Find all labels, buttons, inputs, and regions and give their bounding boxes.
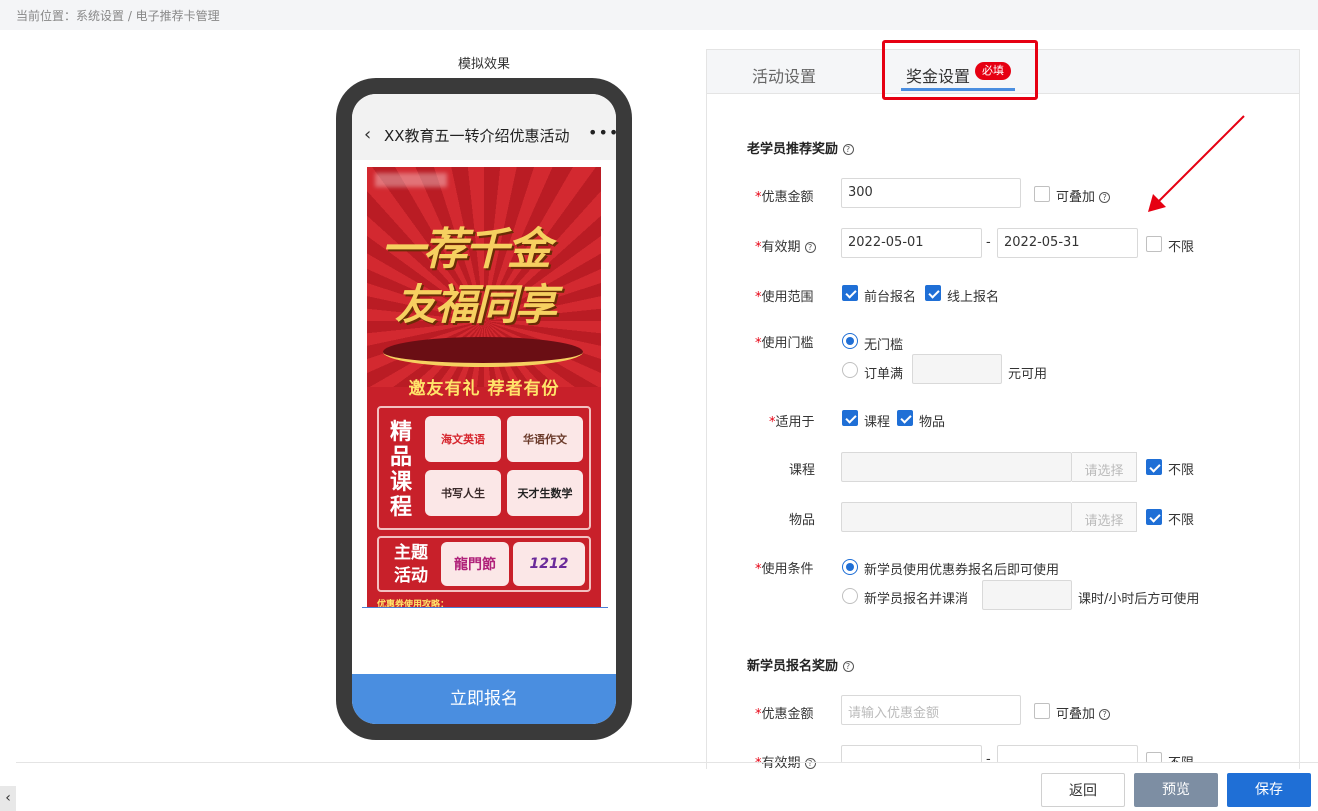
discount-label: *优惠金额 [755, 190, 814, 205]
item-select-input [841, 502, 1072, 532]
item-select-button[interactable]: 请选择 [1072, 502, 1137, 532]
phone-page-title: XX教育五一转介绍优惠活动 [384, 127, 570, 145]
course-unlimited-checkbox[interactable] [1146, 459, 1162, 475]
help-icon[interactable]: ? [804, 242, 816, 253]
logo-tile: 海文英语 [425, 416, 501, 462]
back-icon[interactable]: ‹ [364, 124, 371, 145]
back-button[interactable]: 返回 [1041, 773, 1125, 807]
end-date-input[interactable]: 2022-05-31 [997, 228, 1138, 258]
new-discount-input[interactable]: 请输入优惠金额 [841, 695, 1021, 725]
poster-image: 一荐千金 友福同享 邀友有礼 荐者有份 精品课程 海文英语 华语作文 书写人生 … [367, 167, 601, 607]
applies-course-label: 课程 [864, 415, 891, 430]
poster-headline-2: 友福同享 [395, 280, 557, 329]
threshold-order-radio[interactable] [842, 362, 858, 378]
courses-box-label: 精品课程 [389, 420, 412, 520]
scope-online-checkbox[interactable] [925, 285, 941, 301]
condition-hours-input[interactable] [982, 580, 1072, 610]
footer-divider [16, 762, 1318, 763]
help-icon[interactable]: ? [842, 661, 854, 672]
logo-tile: 龍門節 [441, 542, 509, 586]
divider [362, 607, 608, 608]
condition-label: *使用条件 [755, 562, 814, 577]
signup-button[interactable]: 立即报名 [352, 674, 616, 724]
unlimited-date-label: 不限 [1168, 240, 1195, 255]
threshold-none-radio[interactable] [842, 333, 858, 349]
new-stackable-label: 可叠加 ? [1056, 703, 1111, 722]
phone-screen: ‹ XX教育五一转介绍优惠活动 ••• 一荐千金 友福同享 邀友有礼 荐者有份 … [352, 94, 616, 724]
logo-tile: 1212 [513, 542, 585, 586]
condition-1-radio[interactable] [842, 559, 858, 575]
poster-slogan: 邀友有礼 荐者有份 [408, 379, 560, 399]
item-unlimited-checkbox[interactable] [1146, 509, 1162, 525]
threshold-amount-input[interactable] [912, 354, 1002, 384]
scope-label: *使用范围 [755, 290, 814, 305]
more-icon[interactable]: ••• [588, 123, 616, 142]
scope-frontdesk-label: 前台报名 [864, 290, 917, 305]
condition-2-suffix: 课时/小时后方可使用 [1078, 592, 1200, 607]
course-select-input [841, 452, 1072, 482]
simulation-title: 模拟效果 [457, 57, 510, 72]
events-box-label: 主题活动 [394, 543, 428, 586]
condition-2-radio[interactable] [842, 588, 858, 604]
new-discount-label: *优惠金额 [755, 707, 814, 722]
course-select-button[interactable]: 请选择 [1072, 452, 1137, 482]
threshold-suffix: 元可用 [1008, 367, 1048, 382]
unlimited-date-checkbox[interactable] [1146, 236, 1162, 252]
new-stackable-checkbox[interactable] [1034, 703, 1050, 719]
logo-tile: 天才生数学 [507, 470, 583, 516]
help-icon[interactable]: ? [1099, 709, 1111, 720]
threshold-none-label: 无门槛 [864, 338, 904, 353]
condition-1-label: 新学员使用优惠券报名后即可使用 [864, 563, 1060, 578]
old-student-section-title: 老学员推荐奖励 ? [747, 138, 854, 157]
poster-footer: 优惠券使用攻略： [377, 600, 450, 607]
scope-frontdesk-checkbox[interactable] [842, 285, 858, 301]
date-separator: - [986, 235, 991, 250]
events-box: 主题活动 龍門節 1212 [377, 536, 591, 592]
validity-label: *有效期 ? [755, 236, 816, 255]
new-date-separator: - [986, 752, 991, 767]
threshold-order-label: 订单满 [864, 367, 904, 382]
item-unlimited-label: 不限 [1168, 513, 1195, 528]
applies-label: *适用于 [769, 415, 815, 430]
preview-button[interactable]: 预览 [1134, 773, 1218, 807]
stackable-checkbox[interactable] [1034, 186, 1050, 202]
start-date-input[interactable]: 2022-05-01 [841, 228, 982, 258]
save-button[interactable]: 保存 [1227, 773, 1311, 807]
help-icon[interactable]: ? [842, 144, 854, 155]
item-label: 物品 [789, 513, 816, 528]
condition-2-label: 新学员报名并课消 [864, 592, 969, 607]
applies-course-checkbox[interactable] [842, 410, 858, 426]
applies-item-checkbox[interactable] [897, 410, 913, 426]
breadcrumb: 当前位置：系统设置 / 电子推荐卡管理 [0, 0, 1318, 30]
annotation-highlight-box [882, 40, 1038, 100]
blurred-logo [375, 173, 447, 187]
logo-tile: 书写人生 [425, 470, 501, 516]
course-label: 课程 [789, 463, 816, 478]
help-icon[interactable]: ? [1099, 192, 1111, 203]
annotation-arrow-icon [1148, 115, 1245, 212]
logo-tile: 华语作文 [507, 416, 583, 462]
scope-online-label: 线上报名 [947, 290, 1000, 305]
applies-item-label: 物品 [919, 415, 946, 430]
poster-stage [383, 337, 583, 367]
help-icon[interactable]: ? [804, 758, 816, 769]
tab-activity-settings[interactable]: 活动设置 [752, 63, 816, 87]
courses-box: 精品课程 海文英语 华语作文 书写人生 天才生数学 [377, 406, 591, 530]
new-student-section-title: 新学员报名奖励 ? [747, 655, 854, 674]
threshold-label: *使用门槛 [755, 336, 814, 351]
new-end-date-input[interactable] [997, 745, 1138, 763]
scroll-left-icon[interactable]: ‹ [0, 786, 16, 811]
course-unlimited-label: 不限 [1168, 463, 1195, 478]
poster-headline-1: 一荐千金 [381, 224, 551, 275]
new-start-date-input[interactable] [841, 745, 982, 763]
stackable-label: 可叠加 ? [1056, 186, 1111, 205]
discount-input[interactable]: 300 [841, 178, 1021, 208]
